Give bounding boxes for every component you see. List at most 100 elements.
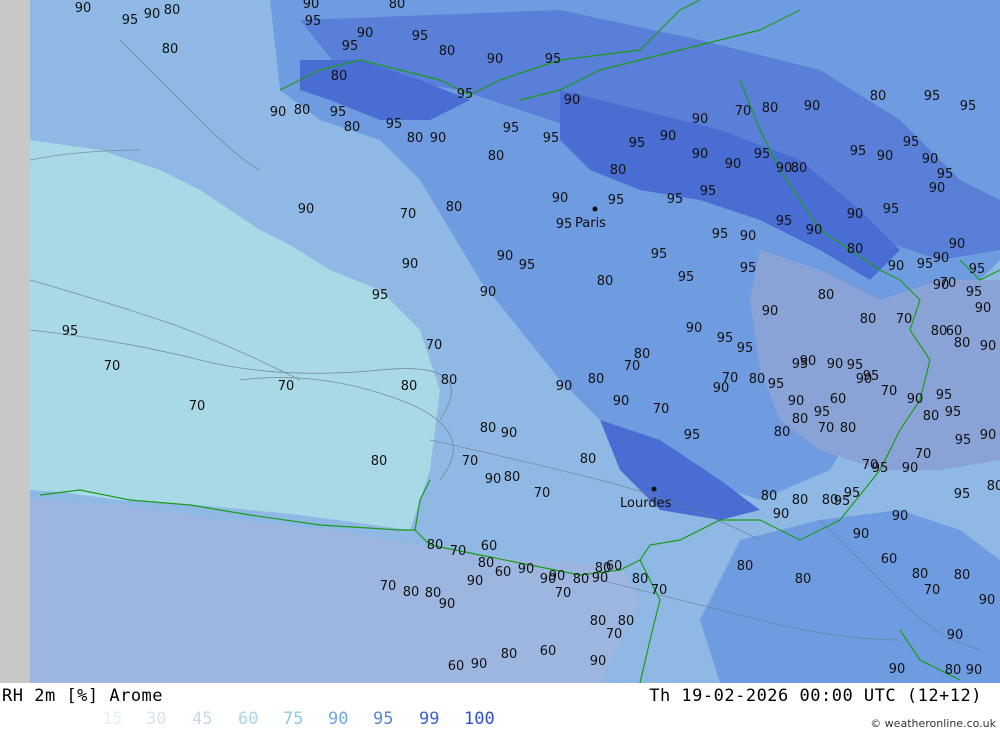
- contour-label: 90: [692, 112, 709, 127]
- contour-label: 95: [814, 405, 831, 420]
- contour-label: 90: [298, 202, 315, 217]
- contour-label: 70: [651, 583, 668, 598]
- contour-label: 90: [966, 663, 983, 678]
- contour-label: 95: [960, 99, 977, 114]
- contour-label: 70: [278, 379, 295, 394]
- contour-label: 80: [792, 493, 809, 508]
- contour-label: 95: [917, 257, 934, 272]
- contour-label: 60: [881, 552, 898, 567]
- legend-value-100: 100: [464, 709, 495, 729]
- contour-label: 95: [519, 258, 536, 273]
- contour-label: 95: [62, 324, 79, 339]
- contour-label: 95: [954, 487, 971, 502]
- contour-label: 90: [806, 223, 823, 238]
- contour-label: 80: [501, 647, 518, 662]
- contour-label: 90: [922, 152, 939, 167]
- contour-label: 80: [737, 559, 754, 574]
- contour-label: 70: [915, 447, 932, 462]
- contour-label: 90: [439, 597, 456, 612]
- contour-label: 95: [924, 89, 941, 104]
- contour-label: 90: [518, 562, 535, 577]
- contour-label: 95: [883, 202, 900, 217]
- contour-label: 70: [653, 402, 670, 417]
- contour-label: 70: [400, 207, 417, 222]
- contour-label: 95: [712, 227, 729, 242]
- credit-link[interactable]: © weatheronline.co.uk: [870, 717, 996, 730]
- contour-label: 80: [761, 489, 778, 504]
- contour-label: 80: [860, 312, 877, 327]
- contour-label: 90: [692, 147, 709, 162]
- contour-label: 95: [850, 144, 867, 159]
- contour-label: 80: [480, 421, 497, 436]
- contour-label: 60: [606, 559, 623, 574]
- contour-label: 90: [660, 129, 677, 144]
- contour-label: 95: [937, 167, 954, 182]
- contour-label: 95: [651, 247, 668, 262]
- contour-label: 90: [762, 304, 779, 319]
- contour-label: 90: [144, 7, 161, 22]
- contour-label: 80: [427, 538, 444, 553]
- legend-value-95: 95: [373, 709, 394, 729]
- contour-label: 90: [501, 426, 518, 441]
- contour-label: 60: [448, 659, 465, 674]
- contour-label: 90: [788, 394, 805, 409]
- contour-label: 70: [940, 276, 957, 291]
- contour-label: 80: [870, 89, 887, 104]
- contour-label: 70: [924, 583, 941, 598]
- contour-label: 70: [189, 399, 206, 414]
- contour-label: 70: [818, 421, 835, 436]
- contour-label: 80: [795, 572, 812, 587]
- contour-label: 80: [441, 373, 458, 388]
- contour-label: 90: [847, 207, 864, 222]
- contour-label: 95: [754, 147, 771, 162]
- contour-label: 95: [503, 121, 520, 136]
- contour-label: 80: [580, 452, 597, 467]
- contour-label: 80: [488, 149, 505, 164]
- contour-label: 95: [737, 341, 754, 356]
- contour-label: 95: [969, 262, 986, 277]
- contour-label: 90: [740, 229, 757, 244]
- contour-label: 90: [480, 285, 497, 300]
- legend-value-75: 75: [283, 709, 304, 729]
- contour-label: 80: [749, 372, 766, 387]
- contour-label: 90: [889, 662, 906, 677]
- contour-label: 90: [892, 509, 909, 524]
- contour-label: 70: [606, 627, 623, 642]
- contour-label: 80: [945, 663, 962, 678]
- contour-label: 70: [862, 458, 879, 473]
- contour-label: 80: [634, 347, 651, 362]
- contour-label: 95: [847, 358, 864, 373]
- contour-label: 95: [740, 261, 757, 276]
- contour-label: 95: [667, 192, 684, 207]
- contour-label: 80: [597, 274, 614, 289]
- contour-label: 70: [450, 544, 467, 559]
- contour-label: 80: [504, 470, 521, 485]
- contour-label: 95: [305, 14, 322, 29]
- contour-label: 90: [877, 149, 894, 164]
- contour-label: 70: [380, 579, 397, 594]
- contour-label: 90: [270, 105, 287, 120]
- contour-label: 60: [481, 539, 498, 554]
- contour-label: 95: [556, 217, 573, 232]
- map-title: RH 2m [%] Arome: [2, 686, 164, 706]
- contour-label: 80: [912, 567, 929, 582]
- contour-label: 90: [552, 191, 569, 206]
- contour-label: 95: [342, 39, 359, 54]
- contour-label: 95: [903, 135, 920, 150]
- legend-value-60: 60: [238, 709, 259, 729]
- contour-label: 80: [407, 131, 424, 146]
- contour-label: 90: [853, 527, 870, 542]
- contour-label: 95: [945, 405, 962, 420]
- contour-label: 80: [331, 69, 348, 84]
- contour-label: 70: [462, 454, 479, 469]
- contour-label: 70: [534, 486, 551, 501]
- contour-label: 80: [847, 242, 864, 257]
- contour-label: 90: [590, 654, 607, 669]
- contour-label: 80: [389, 0, 406, 12]
- contour-label: 90: [980, 428, 997, 443]
- contour-label: 95: [330, 105, 347, 120]
- contour-label: 80: [446, 200, 463, 215]
- contour-label: 90: [800, 354, 817, 369]
- contour-label: 90: [402, 257, 419, 272]
- contour-label: 90: [485, 472, 502, 487]
